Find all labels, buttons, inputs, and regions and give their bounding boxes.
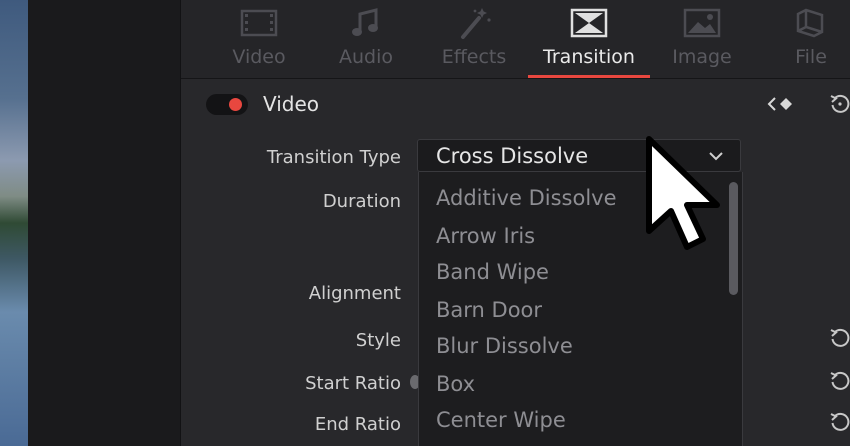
inspector-tabs: Video Audio Effects Transition Image Fil… — [181, 0, 850, 79]
mouse-pointer-icon — [646, 136, 720, 250]
keyframe-nav-icon[interactable] — [766, 95, 802, 113]
dropdown-option[interactable]: Additive Dissolve — [436, 186, 617, 210]
start-ratio-reset-icon[interactable] — [829, 370, 850, 392]
active-tab-underline — [528, 75, 650, 78]
video-enable-toggle[interactable] — [206, 94, 248, 115]
image-icon — [683, 8, 721, 38]
file-icon — [796, 8, 824, 38]
dropdown-option[interactable]: Center Wipe — [436, 408, 566, 432]
transition-icon — [570, 8, 608, 38]
tab-image-label: Image — [672, 46, 732, 68]
tab-audio[interactable]: Audio — [326, 0, 406, 78]
music-note-icon — [352, 8, 378, 36]
inspector-panel: Video Audio Effects Transition Image Fil… — [180, 0, 850, 446]
tab-video-label: Video — [232, 46, 286, 68]
start-ratio-label: Start Ratio — [305, 373, 401, 394]
tab-audio-label: Audio — [338, 46, 393, 68]
dropdown-option[interactable]: Blur Dissolve — [436, 334, 573, 358]
tab-file[interactable]: File — [771, 0, 850, 78]
video-thumbnail — [0, 0, 28, 446]
tab-transition[interactable]: Transition — [528, 0, 650, 78]
end-ratio-label: End Ratio — [314, 414, 401, 435]
dropdown-option[interactable]: Band Wipe — [436, 260, 549, 284]
tab-transition-label: Transition — [543, 46, 635, 68]
viewer-gap — [28, 0, 180, 446]
dropdown-option[interactable]: Barn Door — [436, 298, 542, 322]
tab-effects-label: Effects — [441, 46, 507, 68]
duration-label: Duration — [322, 191, 401, 212]
dropdown-option[interactable]: Box — [436, 372, 475, 396]
toggle-indicator — [229, 98, 242, 111]
end-ratio-reset-icon[interactable] — [829, 411, 850, 433]
transition-type-value: Cross Dissolve — [436, 144, 589, 168]
dropdown-option[interactable]: Arrow Iris — [436, 224, 535, 248]
alignment-label: Alignment — [308, 283, 401, 304]
tab-video[interactable]: Video — [219, 0, 299, 78]
style-reset-icon[interactable] — [829, 327, 850, 349]
dropdown-scrollbar[interactable] — [729, 182, 738, 295]
video-section-header: Video — [181, 79, 850, 131]
section-reset-icon[interactable] — [829, 93, 850, 115]
transition-type-label: Transition Type — [266, 147, 401, 168]
tab-image[interactable]: Image — [662, 0, 742, 78]
section-title: Video — [263, 92, 320, 116]
filmstrip-icon — [240, 9, 278, 37]
tab-file-label: File — [795, 46, 827, 68]
tab-effects[interactable]: Effects — [434, 0, 514, 78]
style-label: Style — [355, 330, 401, 351]
magic-wand-icon — [461, 8, 491, 39]
